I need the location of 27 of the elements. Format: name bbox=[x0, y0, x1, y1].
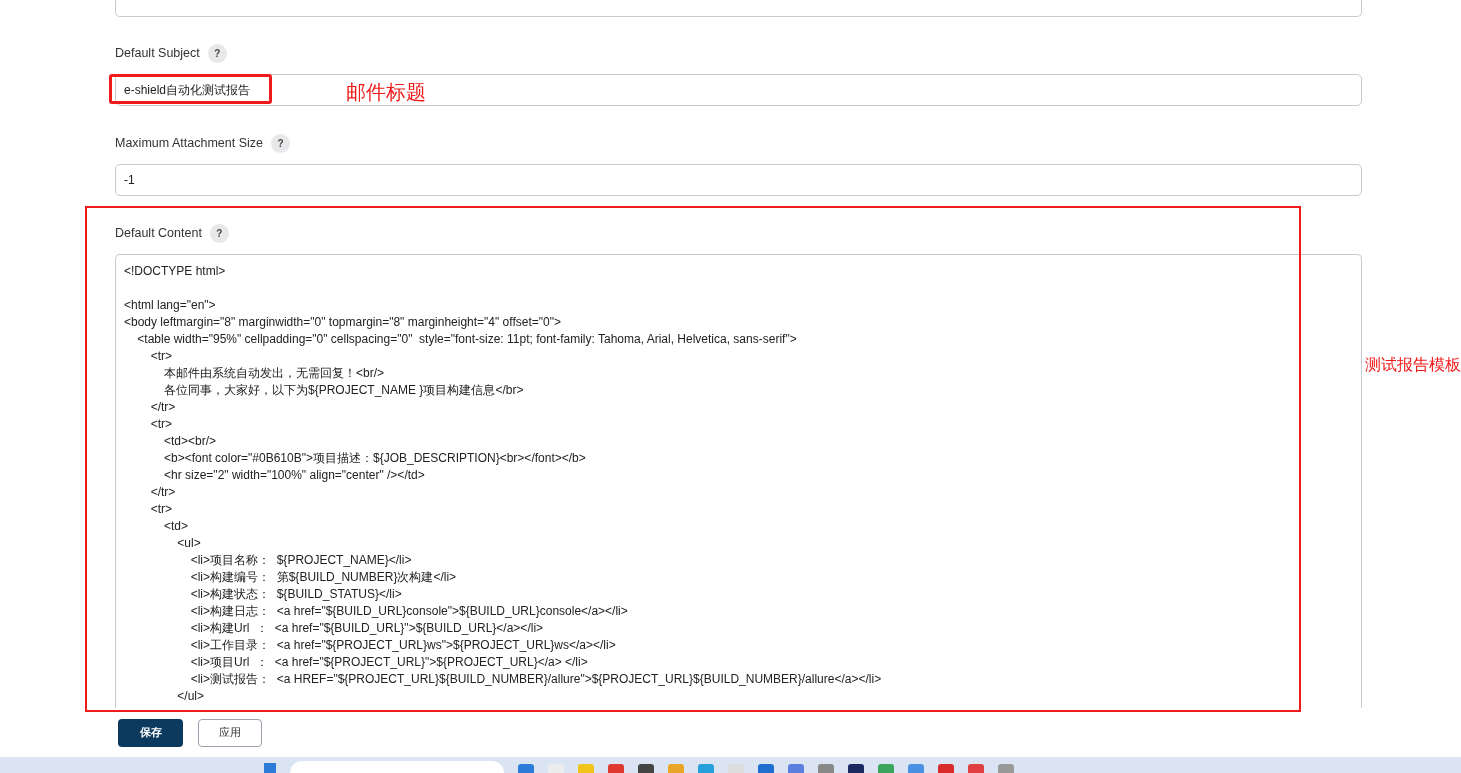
taskbar-icon[interactable] bbox=[908, 764, 924, 773]
taskbar-icon[interactable] bbox=[788, 764, 804, 773]
taskbar-icon[interactable] bbox=[998, 764, 1014, 773]
taskbar-icon[interactable] bbox=[758, 764, 774, 773]
taskbar-icon[interactable] bbox=[818, 764, 834, 773]
taskbar-icon[interactable] bbox=[668, 764, 684, 773]
taskbar-icon[interactable] bbox=[608, 764, 624, 773]
field-label: Default Subject bbox=[115, 44, 200, 62]
taskbar-icon[interactable] bbox=[878, 764, 894, 773]
windows-icon[interactable] bbox=[264, 763, 276, 773]
taskbar-icon[interactable] bbox=[848, 764, 864, 773]
help-button[interactable]: ? bbox=[209, 223, 229, 243]
taskbar-icon[interactable] bbox=[518, 764, 534, 773]
content-field[interactable]: <!DOCTYPE html> <html lang="en"> <body leftmargin="8" marginwidth="0" topmargin="8" marginheight="4" offset="0"> <table width="95%" cellpadding="0" cellspacing="0" style="font-size: 11pt; font-family: Tahoma, Arial, Helvetica, sans-serif"> <tr> 本邮件由系统自动发出，无需回复！<br/> 各位同事，大家好，以下为${PROJECT_NAME }项目构建信息</br> </tr> <tr> <td><br/> <b><font color="#0B610B">项目描述：${JOB_DESCRIPTION}<br></font></b> <hr size="2" width="100%" align="center" /></td> </tr> <tr> <td> <ul> <li>项目名称： ${PROJECT_NAME}</li> <li>构建编号： 第${BUILD_NUMBER}次构建</li> <li>构建状态： ${BUILD_STATUS}</li> <li>构建日志： <a href="${BUILD_URL}console">${BUILD_URL}console</a></li> <li>构建Url ： <a href="${BUILD_URL}">${BUILD_URL}</a></li> <li>工作目录： <a href="${PROJECT_URL}ws">${PROJECT_URL}ws</a></li> <li>项目Url ： <a href="${PROJECT_URL}">${PROJECT_URL}</a> </li> <li>测试报告： <a HREF="${PROJECT_URL}${BUILD_NUMBER}/allure">${PROJECT_URL}${BUILD_NUMBER}/allure</a></li> </ul> bbox=[115, 254, 1362, 708]
field-label: Maximum Attachment Size bbox=[115, 134, 263, 152]
apply-button[interactable]: 应用 bbox=[198, 718, 262, 747]
taskbar-icon[interactable] bbox=[968, 764, 984, 773]
field-label: Default Content bbox=[115, 224, 202, 242]
taskbar-icon[interactable] bbox=[638, 764, 654, 773]
annotation-text: 测试报告模板 bbox=[1365, 354, 1461, 376]
help-button[interactable]: ? bbox=[270, 133, 290, 153]
text-field[interactable]: -1 bbox=[115, 164, 1362, 196]
help-button[interactable]: ? bbox=[207, 43, 227, 63]
annotation-text: 邮件标题 bbox=[346, 79, 426, 106]
taskbar-icon[interactable] bbox=[938, 764, 954, 773]
save-button[interactable]: 保存 bbox=[118, 718, 183, 747]
taskbar-icon[interactable] bbox=[698, 764, 714, 773]
